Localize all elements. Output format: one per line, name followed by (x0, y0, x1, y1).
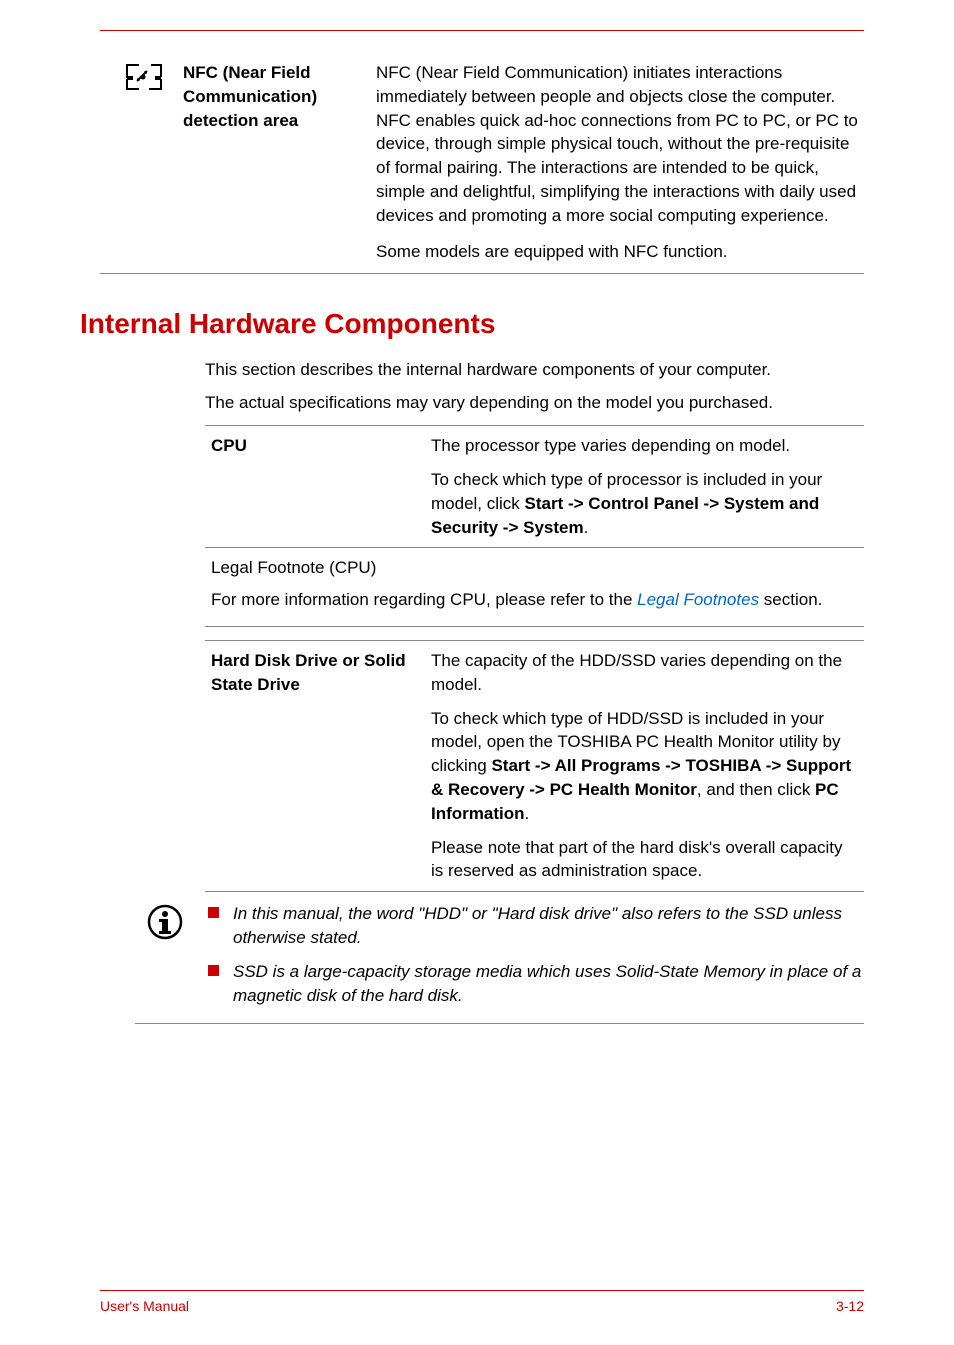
note-section: In this manual, the word "HDD" or "Hard … (135, 902, 864, 1024)
header-rule (100, 30, 864, 31)
intro-paragraph-2: The actual specifications may vary depen… (205, 391, 864, 415)
nfc-term: NFC (Near Field Communication) detection… (183, 61, 358, 132)
cpu-desc2-post: . (584, 518, 589, 537)
cpu-desc-1: The processor type varies depending on m… (431, 434, 858, 458)
hdd-label: Hard Disk Drive or Solid State Drive (211, 649, 411, 883)
page-footer: User's Manual 3-12 (100, 1290, 864, 1317)
hdd-desc-3: Please note that part of the hard disk's… (431, 836, 858, 884)
hdd-desc-2: To check which type of HDD/SSD is includ… (431, 707, 858, 826)
cpu-footnote-text: For more information regarding CPU, plea… (211, 588, 858, 612)
cpu-desc-2: To check which type of processor is incl… (431, 468, 858, 539)
nfc-desc-paragraph-2: Some models are equipped with NFC functi… (376, 240, 864, 264)
intro-block: This section describes the internal hard… (205, 358, 864, 416)
cpu-footnote-title: Legal Footnote (CPU) (211, 556, 858, 580)
hdd-desc2-mid: , and then click (697, 780, 815, 799)
cpu-table: CPU The processor type varies depending … (205, 425, 864, 548)
nfc-desc-paragraph-1: NFC (Near Field Communication) initiates… (376, 61, 864, 228)
nfc-description: NFC (Near Field Communication) initiates… (376, 61, 864, 263)
footer-right: 3-12 (836, 1297, 864, 1317)
intro-paragraph-1: This section describes the internal hard… (205, 358, 864, 382)
legal-footnotes-link[interactable]: Legal Footnotes (637, 590, 759, 609)
nfc-icon (125, 61, 165, 98)
hdd-content: The capacity of the HDD/SSD varies depen… (431, 649, 858, 883)
cpu-label: CPU (211, 434, 411, 539)
info-icon (140, 902, 190, 1007)
section-heading: Internal Hardware Components (80, 304, 864, 343)
note-text-2: SSD is a large-capacity storage media wh… (233, 960, 864, 1008)
cpu-footnote-post: section. (759, 590, 822, 609)
hdd-desc2-post: . (525, 804, 530, 823)
nfc-definition-row: NFC (Near Field Communication) detection… (100, 61, 864, 274)
cpu-footnote-block: Legal Footnote (CPU) For more informatio… (205, 548, 864, 627)
hdd-desc-1: The capacity of the HDD/SSD varies depen… (431, 649, 858, 697)
cpu-content: The processor type varies depending on m… (431, 434, 858, 539)
note-text-1: In this manual, the word "HDD" or "Hard … (233, 902, 864, 950)
bullet-icon (208, 965, 219, 976)
bullet-icon (208, 907, 219, 918)
note-item-1: In this manual, the word "HDD" or "Hard … (208, 902, 864, 950)
hdd-row: Hard Disk Drive or Solid State Drive The… (205, 641, 864, 892)
cpu-footnote-pre: For more information regarding CPU, plea… (211, 590, 637, 609)
cpu-row: CPU The processor type varies depending … (205, 426, 864, 548)
note-item-2: SSD is a large-capacity storage media wh… (208, 960, 864, 1008)
spacer-row (205, 627, 864, 641)
note-list: In this manual, the word "HDD" or "Hard … (208, 902, 864, 1007)
footer-left: User's Manual (100, 1297, 189, 1317)
